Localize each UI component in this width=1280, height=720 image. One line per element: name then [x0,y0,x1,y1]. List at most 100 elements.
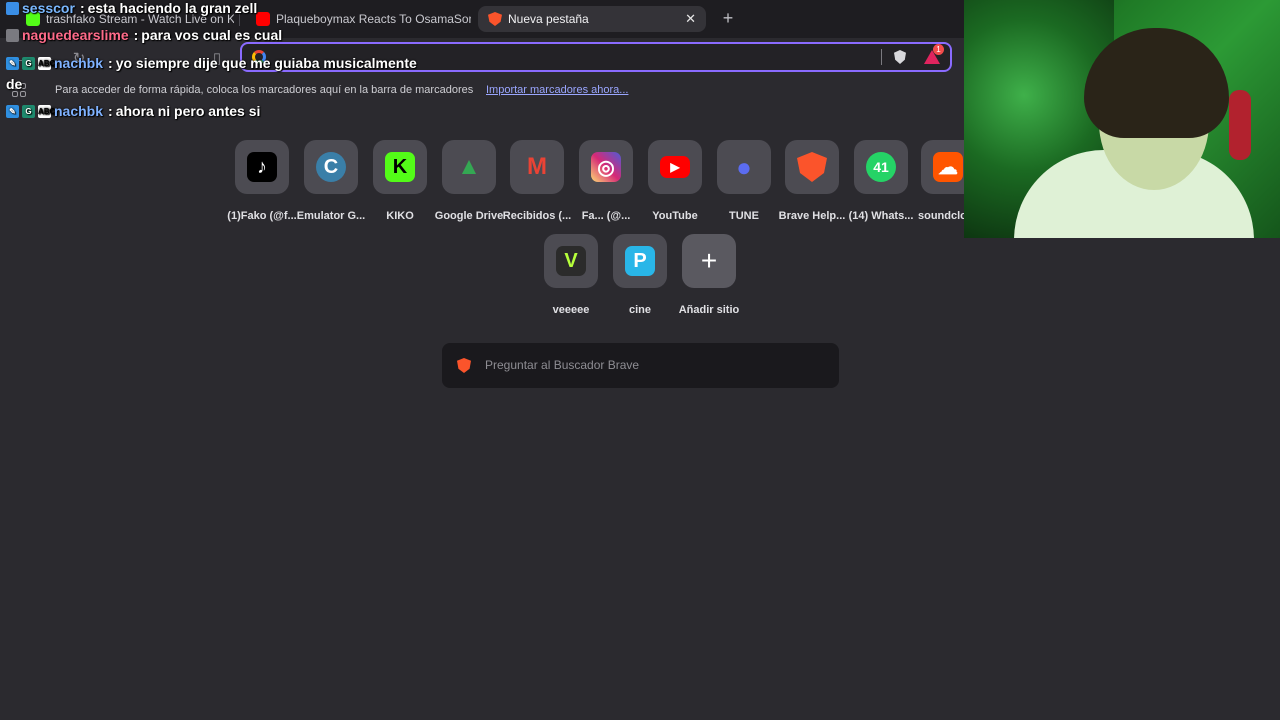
bookmarks-hint: Para acceder de forma rápida, coloca los… [55,84,474,96]
tab-new-tab-active[interactable]: Nueva pestaña ✕ [478,6,706,32]
shortcut-tile: ● [717,140,771,194]
shortcut-emulator[interactable]: C Emulator G... [296,140,366,222]
youtube-favicon-icon [256,12,270,26]
chat-message: ✎ G ABC nachbk: yo siempre dije que me g… [6,55,417,71]
chat-badge-icon: G [22,56,35,70]
chat-badge-icon: ABC [38,104,56,118]
headset-icon [1229,90,1251,160]
brave-lion-icon [457,358,471,373]
brave-shields-icon[interactable] [894,50,906,64]
chat-text: yo siempre dije que me guiaba musicalmen… [115,55,417,71]
shortcut-gmail[interactable]: M Recibidos (... [502,140,572,222]
chat-username: nachbk [54,55,104,71]
emulator-icon: C [316,152,346,182]
brave-favicon-icon [488,12,502,26]
plus-icon: + [700,245,718,276]
kick-icon: K [385,152,415,182]
shortcut-label: (14) Whats... [848,210,914,222]
bookmarks-bar: Para acceder de forma rápida, coloca los… [0,80,964,102]
chat-message: de [6,76,24,92]
tune-icon: ● [736,151,752,182]
chat-colon: : [108,55,113,71]
shortcut-tune[interactable]: ● TUNE [709,140,779,222]
shortcut-tiktok[interactable]: ♪ (1)Fako (@f... [227,140,297,222]
shortcut-label: Brave Help... [778,210,846,222]
shortcut-label: Fa... (@... [581,210,631,222]
webcam-overlay [964,0,1280,238]
rewards-count-badge: 1 [933,44,944,55]
chat-text: ahora ni pero antes si [115,103,261,119]
chat-username: naguedearslime [22,27,129,43]
shortcut-label: YouTube [652,210,698,222]
shortcut-youtube[interactable]: ▶ YouTube [640,140,710,222]
shortcut-label: cine [628,304,651,316]
shortcut-tile: + [682,234,736,288]
shortcut-label: Añadir sitio [678,304,740,316]
tab-title: Nueva pestaña [508,12,589,26]
chat-text: para vos cual es cual [141,27,283,43]
chat-colon: : [79,0,85,16]
brave-icon [797,152,827,182]
shortcut-tile: C [304,140,358,194]
shortcut-tile: K [373,140,427,194]
chat-badge-icon [6,1,19,15]
shortcut-veeeee[interactable]: V veeeee [536,234,606,316]
p-icon: P [625,246,655,276]
shortcut-tile [785,140,839,194]
shortcut-label: KIKO [386,210,414,222]
soundcloud-icon: ☁ [933,152,963,182]
shortcut-label: Recibidos (... [502,210,572,222]
chat-message: naguedearslime: para vos cual es cual [6,27,282,43]
tab-title: Plaqueboymax Reacts To OsamaSon [276,12,471,26]
chat-badge-icon: ✎ [6,104,19,118]
gmail-icon: M [527,153,547,180]
shortcut-tile: ▲ [442,140,496,194]
shortcut-label: TUNE [729,210,759,222]
chat-badge-icon: G [22,104,35,118]
youtube-icon: ▶ [660,156,690,178]
search-placeholder: Preguntar al Buscador Brave [485,358,640,372]
chat-message: ✎ G ABC nachbk: ahora ni pero antes si [6,103,260,119]
chat-colon: : [133,27,139,43]
shortcut-tile: ♪ [235,140,289,194]
import-bookmarks-link[interactable]: Importar marcadores ahora... [486,84,628,96]
tiktok-icon: ♪ [247,152,277,182]
shortcut-kick[interactable]: K KIKO [365,140,435,222]
new-tab-button[interactable]: + [718,8,738,29]
v-icon: V [556,246,586,276]
shortcut-label: soundclo [918,210,964,222]
google-drive-icon: ▲ [457,153,481,180]
shortcut-tile: ◎ [579,140,633,194]
shortcut-label: (1)Fako (@f... [227,210,297,222]
chat-username: de [6,76,23,92]
close-tab-icon[interactable]: ✕ [685,11,696,27]
shortcut-label: veeeee [552,304,590,316]
brave-search-box[interactable]: Preguntar al Buscador Brave [442,343,839,388]
shortcut-tile: ☁ [921,140,964,194]
omnibox-divider [881,49,882,65]
chat-message: sesscor: esta haciendo la gran zell [6,0,257,16]
shortcut-tile: ▶ [648,140,702,194]
shortcut-label: Google Drive [434,210,504,222]
shortcut-whatsapp[interactable]: 41 (14) Whats... [846,140,916,222]
chat-badge-icon [6,28,19,42]
instagram-icon: ◎ [591,152,621,182]
shortcut-tile: P [613,234,667,288]
whatsapp-icon: 41 [866,152,896,182]
shortcut-google-drive[interactable]: ▲ Google Drive [434,140,504,222]
chat-badge-icon: ABC [38,56,56,70]
shortcut-soundcloud[interactable]: ☁ soundclo [914,140,964,222]
chat-badge-icon: ✎ [6,56,19,70]
chat-username: sesscor [22,0,75,16]
shortcut-instagram[interactable]: ◎ Fa... (@... [571,140,641,222]
shortcut-tile: 41 [854,140,908,194]
shortcut-brave-help[interactable]: Brave Help... [777,140,847,222]
shortcut-cine[interactable]: P cine [605,234,675,316]
chat-username: nachbk [54,103,104,119]
shortcut-tile: V [544,234,598,288]
shortcut-label: Emulator G... [296,210,366,222]
add-site-button[interactable]: + Añadir sitio [674,234,744,316]
shortcut-tile: M [510,140,564,194]
chat-text: esta haciendo la gran zell [87,0,258,16]
chat-colon: : [108,103,113,119]
